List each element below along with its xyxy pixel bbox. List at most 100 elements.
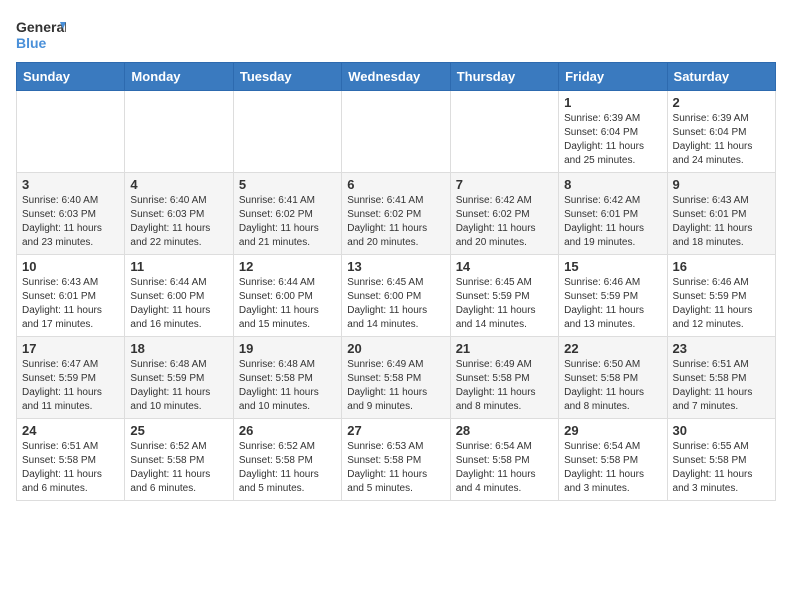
day-number: 26 <box>239 423 336 438</box>
calendar-cell: 25 Sunrise: 6:52 AM Sunset: 5:58 PM Dayli… <box>125 419 233 501</box>
day-number: 1 <box>564 95 661 110</box>
day-number: 14 <box>456 259 553 274</box>
day-info: Sunrise: 6:51 AM Sunset: 5:58 PM Dayligh… <box>673 358 770 414</box>
page-header: General Blue <box>16 16 776 54</box>
day-number: 24 <box>22 423 119 438</box>
day-info: Sunrise: 6:51 AM Sunset: 5:58 PM Dayligh… <box>22 440 119 496</box>
calendar-week-row: 3Sunrise: 6:40 AM Sunset: 6:03 PM Daylig… <box>17 173 776 255</box>
day-info: Sunrise: 6:39 AM Sunset: 6:04 PM Dayligh… <box>564 112 661 168</box>
calendar-header: SundayMondayTuesdayWednesdayThursdayFrid… <box>17 63 776 91</box>
calendar-cell: 19 Sunrise: 6:48 AM Sunset: 5:58 PM Dayli… <box>233 337 341 419</box>
day-number: 22 <box>564 341 661 356</box>
day-info: Sunrise: 6:42 AM Sunset: 6:02 PM Dayligh… <box>456 194 553 250</box>
day-info: Sunrise: 6:52 AM Sunset: 5:58 PM Dayligh… <box>130 440 227 496</box>
day-info: Sunrise: 6:40 AM Sunset: 6:03 PM Dayligh… <box>22 194 119 250</box>
calendar-cell: 11 Sunrise: 6:44 AM Sunset: 6:00 PM Dayli… <box>125 255 233 337</box>
weekday-header-friday: Friday <box>559 63 667 91</box>
day-number: 30 <box>673 423 770 438</box>
weekday-header-sunday: Sunday <box>17 63 125 91</box>
day-number: 23 <box>673 341 770 356</box>
calendar-cell: 3Sunrise: 6:40 AM Sunset: 6:03 PM Daylig… <box>17 173 125 255</box>
calendar-cell: 29 Sunrise: 6:54 AM Sunset: 5:58 PM Dayli… <box>559 419 667 501</box>
calendar-cell: 6 Sunrise: 6:41 AM Sunset: 6:02 PM Daylig… <box>342 173 450 255</box>
day-info: Sunrise: 6:53 AM Sunset: 5:58 PM Dayligh… <box>347 440 444 496</box>
day-info: Sunrise: 6:52 AM Sunset: 5:58 PM Dayligh… <box>239 440 336 496</box>
calendar-cell <box>17 91 125 173</box>
day-number: 6 <box>347 177 444 192</box>
day-number: 9 <box>673 177 770 192</box>
calendar-cell: 5Sunrise: 6:41 AM Sunset: 6:02 PM Daylig… <box>233 173 341 255</box>
day-number: 29 <box>564 423 661 438</box>
day-info: Sunrise: 6:47 AM Sunset: 5:59 PM Dayligh… <box>22 358 119 414</box>
day-number: 8 <box>564 177 661 192</box>
day-info: Sunrise: 6:49 AM Sunset: 5:58 PM Dayligh… <box>347 358 444 414</box>
day-info: Sunrise: 6:46 AM Sunset: 5:59 PM Dayligh… <box>673 276 770 332</box>
day-number: 27 <box>347 423 444 438</box>
day-number: 13 <box>347 259 444 274</box>
day-info: Sunrise: 6:44 AM Sunset: 6:00 PM Dayligh… <box>239 276 336 332</box>
calendar-cell: 7 Sunrise: 6:42 AM Sunset: 6:02 PM Daylig… <box>450 173 558 255</box>
calendar-cell: 27 Sunrise: 6:53 AM Sunset: 5:58 PM Dayli… <box>342 419 450 501</box>
calendar-cell: 30 Sunrise: 6:55 AM Sunset: 5:58 PM Dayli… <box>667 419 775 501</box>
day-number: 4 <box>130 177 227 192</box>
svg-text:Blue: Blue <box>16 35 47 51</box>
calendar-cell: 2 Sunrise: 6:39 AM Sunset: 6:04 PM Daylig… <box>667 91 775 173</box>
weekday-header-wednesday: Wednesday <box>342 63 450 91</box>
day-info: Sunrise: 6:40 AM Sunset: 6:03 PM Dayligh… <box>130 194 227 250</box>
calendar-cell <box>233 91 341 173</box>
day-info: Sunrise: 6:39 AM Sunset: 6:04 PM Dayligh… <box>673 112 770 168</box>
calendar-cell: 13 Sunrise: 6:45 AM Sunset: 6:00 PM Dayli… <box>342 255 450 337</box>
calendar-cell: 18 Sunrise: 6:48 AM Sunset: 5:59 PM Dayli… <box>125 337 233 419</box>
day-number: 7 <box>456 177 553 192</box>
weekday-header-row: SundayMondayTuesdayWednesdayThursdayFrid… <box>17 63 776 91</box>
calendar-cell <box>450 91 558 173</box>
day-number: 18 <box>130 341 227 356</box>
calendar-cell: 9 Sunrise: 6:43 AM Sunset: 6:01 PM Daylig… <box>667 173 775 255</box>
calendar-cell: 22 Sunrise: 6:50 AM Sunset: 5:58 PM Dayli… <box>559 337 667 419</box>
weekday-header-monday: Monday <box>125 63 233 91</box>
day-info: Sunrise: 6:45 AM Sunset: 6:00 PM Dayligh… <box>347 276 444 332</box>
day-info: Sunrise: 6:43 AM Sunset: 6:01 PM Dayligh… <box>673 194 770 250</box>
calendar-week-row: 1 Sunrise: 6:39 AM Sunset: 6:04 PM Daylig… <box>17 91 776 173</box>
day-number: 2 <box>673 95 770 110</box>
day-info: Sunrise: 6:54 AM Sunset: 5:58 PM Dayligh… <box>564 440 661 496</box>
day-info: Sunrise: 6:43 AM Sunset: 6:01 PM Dayligh… <box>22 276 119 332</box>
logo-svg: General Blue <box>16 16 66 54</box>
day-info: Sunrise: 6:46 AM Sunset: 5:59 PM Dayligh… <box>564 276 661 332</box>
day-info: Sunrise: 6:44 AM Sunset: 6:00 PM Dayligh… <box>130 276 227 332</box>
calendar-cell <box>342 91 450 173</box>
calendar-cell: 12Sunrise: 6:44 AM Sunset: 6:00 PM Dayli… <box>233 255 341 337</box>
calendar-cell: 10 Sunrise: 6:43 AM Sunset: 6:01 PM Dayli… <box>17 255 125 337</box>
day-number: 5 <box>239 177 336 192</box>
calendar-cell: 26 Sunrise: 6:52 AM Sunset: 5:58 PM Dayli… <box>233 419 341 501</box>
day-number: 15 <box>564 259 661 274</box>
day-number: 21 <box>456 341 553 356</box>
day-info: Sunrise: 6:50 AM Sunset: 5:58 PM Dayligh… <box>564 358 661 414</box>
day-info: Sunrise: 6:55 AM Sunset: 5:58 PM Dayligh… <box>673 440 770 496</box>
logo: General Blue <box>16 16 66 54</box>
day-number: 25 <box>130 423 227 438</box>
day-number: 10 <box>22 259 119 274</box>
day-info: Sunrise: 6:54 AM Sunset: 5:58 PM Dayligh… <box>456 440 553 496</box>
calendar-cell: 28Sunrise: 6:54 AM Sunset: 5:58 PM Dayli… <box>450 419 558 501</box>
calendar-cell: 8 Sunrise: 6:42 AM Sunset: 6:01 PM Daylig… <box>559 173 667 255</box>
day-number: 17 <box>22 341 119 356</box>
calendar-cell: 21 Sunrise: 6:49 AM Sunset: 5:58 PM Dayli… <box>450 337 558 419</box>
day-info: Sunrise: 6:48 AM Sunset: 5:58 PM Dayligh… <box>239 358 336 414</box>
calendar-body: 1 Sunrise: 6:39 AM Sunset: 6:04 PM Daylig… <box>17 91 776 501</box>
weekday-header-tuesday: Tuesday <box>233 63 341 91</box>
svg-text:General: General <box>16 19 66 35</box>
calendar-cell: 14Sunrise: 6:45 AM Sunset: 5:59 PM Dayli… <box>450 255 558 337</box>
day-info: Sunrise: 6:42 AM Sunset: 6:01 PM Dayligh… <box>564 194 661 250</box>
day-info: Sunrise: 6:48 AM Sunset: 5:59 PM Dayligh… <box>130 358 227 414</box>
calendar-week-row: 24 Sunrise: 6:51 AM Sunset: 5:58 PM Dayli… <box>17 419 776 501</box>
day-info: Sunrise: 6:41 AM Sunset: 6:02 PM Dayligh… <box>347 194 444 250</box>
day-number: 11 <box>130 259 227 274</box>
weekday-header-saturday: Saturday <box>667 63 775 91</box>
calendar-cell: 4 Sunrise: 6:40 AM Sunset: 6:03 PM Daylig… <box>125 173 233 255</box>
day-info: Sunrise: 6:49 AM Sunset: 5:58 PM Dayligh… <box>456 358 553 414</box>
weekday-header-thursday: Thursday <box>450 63 558 91</box>
calendar-week-row: 17 Sunrise: 6:47 AM Sunset: 5:59 PM Dayli… <box>17 337 776 419</box>
calendar-cell: 20Sunrise: 6:49 AM Sunset: 5:58 PM Dayli… <box>342 337 450 419</box>
day-number: 19 <box>239 341 336 356</box>
